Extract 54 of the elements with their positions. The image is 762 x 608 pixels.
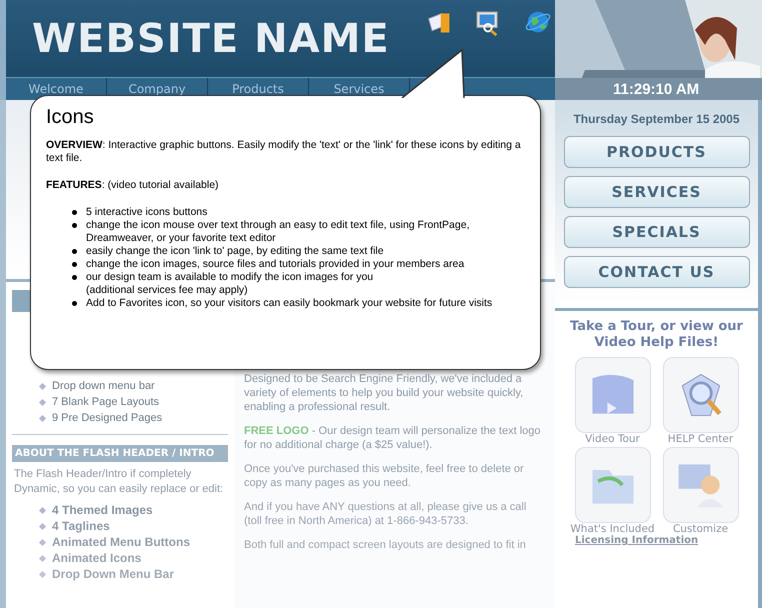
- feature-item: easily change the icon 'link to' page, by editing the same text file: [86, 245, 384, 258]
- overview-text: OVERVIEW: Interactive graphic buttons. Easily modify the 'text' or the 'link' for these icons by editing a text file.: [46, 139, 522, 165]
- feature-item: 5 interactive icons buttons: [86, 206, 208, 219]
- bullet-icon: [38, 554, 46, 562]
- bullet-icon: [38, 398, 46, 406]
- feature-item: change the icon images, source files and tutorials provided in your members area: [86, 258, 464, 271]
- bullet-icon: [38, 506, 46, 514]
- body-paragraph: FREE LOGO - Our design team will personalize the text logo for no additional charge (a $25 value!).: [244, 424, 542, 452]
- tile-label[interactable]: Customize: [672, 523, 728, 535]
- video-player-icon[interactable]: [574, 357, 650, 433]
- tour-heading: Take a Tour, or view our Video Help Files!: [555, 308, 758, 351]
- clock-time: 11:29:10 AM: [613, 81, 700, 98]
- feature-item: 9 Pre Designed Pages: [52, 411, 162, 426]
- feature-item: 4 Themed Images: [52, 502, 153, 518]
- bullet-icon: [38, 522, 46, 530]
- bullet-icon: [72, 275, 77, 280]
- magnifier-icon[interactable]: [662, 357, 738, 433]
- tile-label[interactable]: Video Tour: [585, 433, 640, 445]
- feature-item: 4 Taglines: [52, 518, 110, 534]
- website-logo: WEBSITE NAME: [32, 16, 390, 62]
- tile-label[interactable]: What's Included: [570, 523, 655, 535]
- bullet-icon: [72, 249, 77, 254]
- feature-item: 7 Blank Page Layouts: [52, 395, 160, 410]
- feature-item: our design team is available to modify the icon images for you (additional services fee may apply): [86, 271, 374, 297]
- date-label: Thursday September 15 2005: [573, 112, 740, 126]
- bullet-icon: [38, 538, 46, 546]
- bullet-icon: [38, 382, 46, 390]
- bullet-icon: [72, 223, 77, 228]
- popup-title: Icons: [46, 106, 95, 129]
- section-header: ABOUT THE FLASH HEADER / INTRO: [12, 445, 228, 462]
- feature-item: Animated Menu Buttons: [52, 534, 190, 550]
- bullet-icon: [72, 301, 77, 306]
- bullet-icon: [38, 414, 46, 422]
- section-text: The Flash Header/Intro if completely Dynamic, so you can easily replace or edit:: [14, 467, 224, 497]
- bullet-icon: [38, 570, 46, 578]
- bullet-icon: [72, 210, 77, 215]
- features-text: FEATURES: (video tutorial available): [46, 179, 220, 192]
- body-paragraph: And if you have ANY questions at all, please give us a call (toll free in North America) at 1-866-943-5733.: [244, 500, 528, 528]
- body-paragraph: Designed to be Search Engine Friendly, we've included a variety of elements to help you build your website quickly, enabling a professional result.: [244, 372, 524, 414]
- menu-button[interactable]: PRODUCTS: [564, 136, 750, 168]
- body-paragraph: Once you've purchased this website, feel free to delete or copy as many pages as you need.: [244, 462, 525, 490]
- body-paragraph: Both full and compact screen layouts are designed to fit in: [244, 538, 527, 552]
- licensing-link[interactable]: Licensing Information: [575, 535, 698, 546]
- menu-button[interactable]: CONTACT US: [564, 256, 750, 288]
- feature-item: Drop Down Menu Bar: [52, 566, 174, 582]
- feature-item: Drop down menu bar: [52, 379, 155, 394]
- tile-label[interactable]: HELP Center: [668, 433, 734, 445]
- menu-button[interactable]: SERVICES: [564, 176, 750, 208]
- user-icon[interactable]: [662, 447, 738, 523]
- feature-item: Animated Icons: [52, 550, 142, 566]
- menu-button[interactable]: SPECIALS: [564, 216, 750, 248]
- folder-icon[interactable]: [574, 447, 650, 523]
- bullet-icon: [72, 262, 77, 267]
- feature-item: Add to Favorites icon, so your visitors can easily bookmark your website for future visits: [86, 297, 492, 310]
